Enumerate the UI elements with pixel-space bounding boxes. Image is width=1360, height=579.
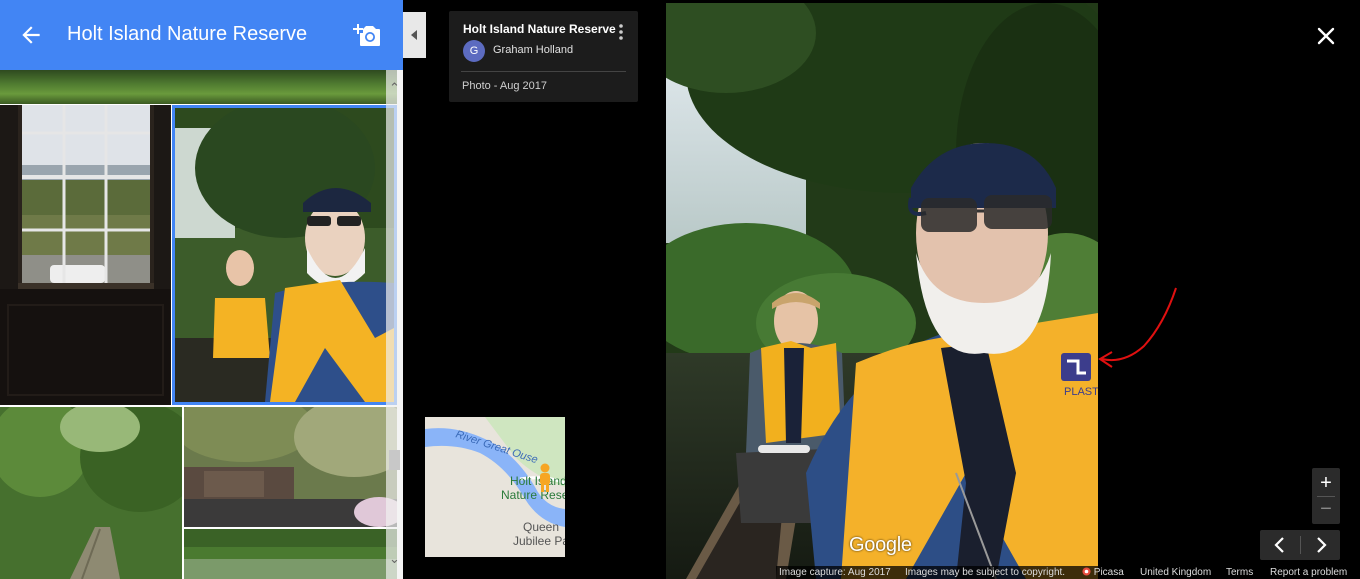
red-annotation-arrow xyxy=(1098,287,1177,368)
path-thumbnail-image xyxy=(0,407,182,579)
photo-thumbnail-woodland-path[interactable] xyxy=(0,407,182,579)
author-avatar[interactable]: G xyxy=(463,40,485,62)
copyright-notice: Images may be subject to copyright. xyxy=(905,567,1066,578)
close-icon[interactable] xyxy=(1314,24,1338,48)
more-vertical-icon[interactable] xyxy=(615,23,627,41)
collapse-left-icon xyxy=(411,30,417,40)
window-photo-image xyxy=(0,105,171,405)
photo-info-card: Holt Island Nature Reserve G Graham Holl… xyxy=(449,11,638,102)
map-place-label-2: Nature Reserve xyxy=(501,488,565,502)
map-park-label-1: Queen xyxy=(523,520,559,534)
map-park-label-2: Jubilee Park xyxy=(513,534,565,548)
zoom-control: + − xyxy=(1312,468,1340,524)
zoom-out-button[interactable]: − xyxy=(1312,497,1340,523)
photo-thumbnail-river[interactable] xyxy=(184,407,397,527)
main-photo-viewer[interactable]: PLASTI xyxy=(666,3,1098,579)
picasa-attribution: Picasa xyxy=(1082,566,1124,579)
panel-header: Holt Island Nature Reserve xyxy=(0,0,403,70)
google-watermark: Google xyxy=(849,534,912,556)
map-place-label-1: Holt Island xyxy=(510,474,565,488)
photo-thumbnail-selected[interactable] xyxy=(172,105,397,405)
picasa-icon xyxy=(1082,567,1091,576)
river-thumbnail-image xyxy=(184,407,397,527)
scroll-up-icon[interactable]: ⌃ xyxy=(386,80,403,100)
next-photo-button[interactable] xyxy=(1301,530,1340,560)
add-photo-icon[interactable] xyxy=(353,22,381,48)
photo-thumbnail-window[interactable] xyxy=(0,105,171,405)
chevron-left-icon xyxy=(1274,537,1284,553)
riverbank-thumbnail-image xyxy=(184,529,397,579)
collapse-panel-button[interactable] xyxy=(403,12,426,58)
card-divider xyxy=(461,71,626,72)
photo-date: Photo - Aug 2017 xyxy=(462,80,548,92)
photo-thumbnail-riverbank[interactable] xyxy=(184,529,397,579)
vest-brand-text: PLASTI xyxy=(1064,386,1098,398)
back-arrow-icon[interactable] xyxy=(18,22,44,48)
region-link[interactable]: United Kingdom xyxy=(1140,566,1211,579)
main-photo-image: PLASTI xyxy=(666,3,1098,579)
scrollbar-thumb[interactable] xyxy=(389,450,400,470)
mini-map[interactable]: River Great Ouse Holt Island Nature Rese… xyxy=(425,417,565,557)
zoom-in-button[interactable]: + xyxy=(1312,470,1340,496)
panel-scrollbar[interactable]: ⌃ ⌄ xyxy=(386,70,403,579)
selfie-thumbnail-image xyxy=(175,108,394,402)
report-problem-link[interactable]: Report a problem xyxy=(1270,566,1347,579)
photo-navigation-control xyxy=(1260,530,1340,560)
attribution-footer: Image capture: Aug 2017 Images may be su… xyxy=(776,566,1360,579)
place-title: Holt Island Nature Reserve xyxy=(67,23,308,45)
card-title: Holt Island Nature Reserve xyxy=(463,22,616,36)
chevron-right-icon xyxy=(1317,537,1327,553)
photo-thumbnail-grass[interactable] xyxy=(0,70,397,104)
author-name-link[interactable]: Graham Holland xyxy=(493,44,573,56)
scroll-down-icon[interactable]: ⌄ xyxy=(386,551,403,571)
terms-link[interactable]: Terms xyxy=(1226,566,1253,579)
previous-photo-button[interactable] xyxy=(1260,530,1300,560)
image-capture-date: Image capture: Aug 2017 xyxy=(779,567,891,578)
mini-map-image: River Great Ouse Holt Island Nature Rese… xyxy=(425,417,565,557)
photo-side-panel: ⌃ ⌄ Holt Island Nature Reserve xyxy=(0,0,403,579)
